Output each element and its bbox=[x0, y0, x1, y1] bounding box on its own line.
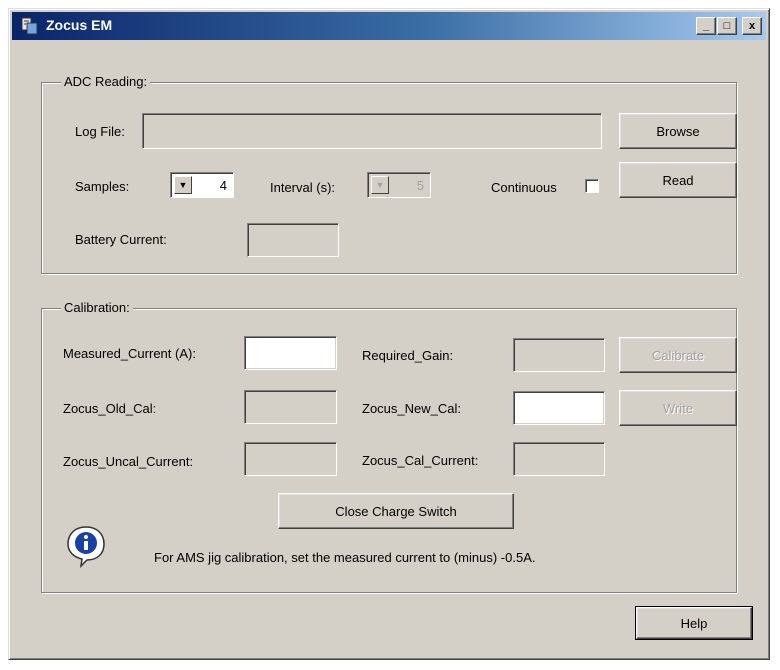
continuous-label: Continuous bbox=[491, 180, 557, 195]
window-title: Zocus EM bbox=[46, 17, 113, 33]
interval-value: 5 bbox=[416, 178, 424, 193]
battery-current-field bbox=[247, 223, 339, 257]
cal-current-label: Zocus_Cal_Current: bbox=[362, 453, 479, 468]
info-icon bbox=[67, 526, 105, 568]
log-file-input[interactable] bbox=[142, 113, 602, 149]
continuous-checkbox[interactable] bbox=[585, 179, 599, 193]
log-file-label: Log File: bbox=[75, 124, 125, 139]
required-gain-field bbox=[513, 338, 605, 372]
interval-spinner[interactable]: ▼ 5 bbox=[367, 172, 431, 198]
maximize-icon: □ bbox=[723, 20, 731, 32]
read-button[interactable]: Read bbox=[619, 162, 737, 198]
samples-spinner[interactable]: ▼ 4 bbox=[170, 172, 234, 198]
close-icon: x bbox=[748, 20, 756, 32]
calibrate-button[interactable]: Calibrate bbox=[619, 337, 737, 373]
uncal-current-field bbox=[244, 442, 337, 476]
browse-button[interactable]: Browse bbox=[619, 113, 737, 149]
samples-value: 4 bbox=[219, 178, 227, 193]
chevron-down-icon[interactable]: ▼ bbox=[371, 176, 389, 194]
uncal-current-label: Zocus_Uncal_Current: bbox=[63, 454, 194, 469]
cal-current-field bbox=[513, 442, 605, 476]
maximize-button[interactable]: □ bbox=[717, 17, 737, 35]
measured-current-label: Measured_Current (A): bbox=[63, 346, 196, 361]
measured-current-input[interactable] bbox=[244, 336, 337, 370]
minimize-icon: _ bbox=[702, 20, 710, 32]
interval-label: Interval (s): bbox=[270, 180, 336, 195]
chevron-down-icon[interactable]: ▼ bbox=[174, 176, 192, 194]
old-cal-field bbox=[244, 390, 337, 424]
calibration-title: Calibration: bbox=[61, 300, 133, 315]
adc-reading-title: ADC Reading: bbox=[61, 74, 151, 89]
close-charge-switch-button[interactable]: Close Charge Switch bbox=[278, 493, 514, 529]
close-button[interactable]: x bbox=[742, 17, 762, 35]
app-icon bbox=[21, 17, 38, 35]
main-window: Zocus EM _ □ x ADC Reading: Log File: Br… bbox=[8, 8, 770, 660]
write-button[interactable]: Write bbox=[619, 390, 737, 426]
samples-label: Samples: bbox=[75, 179, 130, 194]
title-bar[interactable]: Zocus EM _ □ x bbox=[12, 12, 766, 40]
info-text: For AMS jig calibration, set the measure… bbox=[154, 550, 536, 565]
old-cal-label: Zocus_Old_Cal: bbox=[63, 401, 157, 416]
minimize-button[interactable]: _ bbox=[696, 17, 716, 35]
required-gain-label: Required_Gain: bbox=[362, 348, 454, 363]
new-cal-label: Zocus_New_Cal: bbox=[362, 401, 461, 416]
new-cal-input[interactable] bbox=[513, 391, 605, 425]
help-button[interactable]: Help bbox=[635, 606, 753, 640]
battery-current-label: Battery Current: bbox=[75, 232, 167, 247]
